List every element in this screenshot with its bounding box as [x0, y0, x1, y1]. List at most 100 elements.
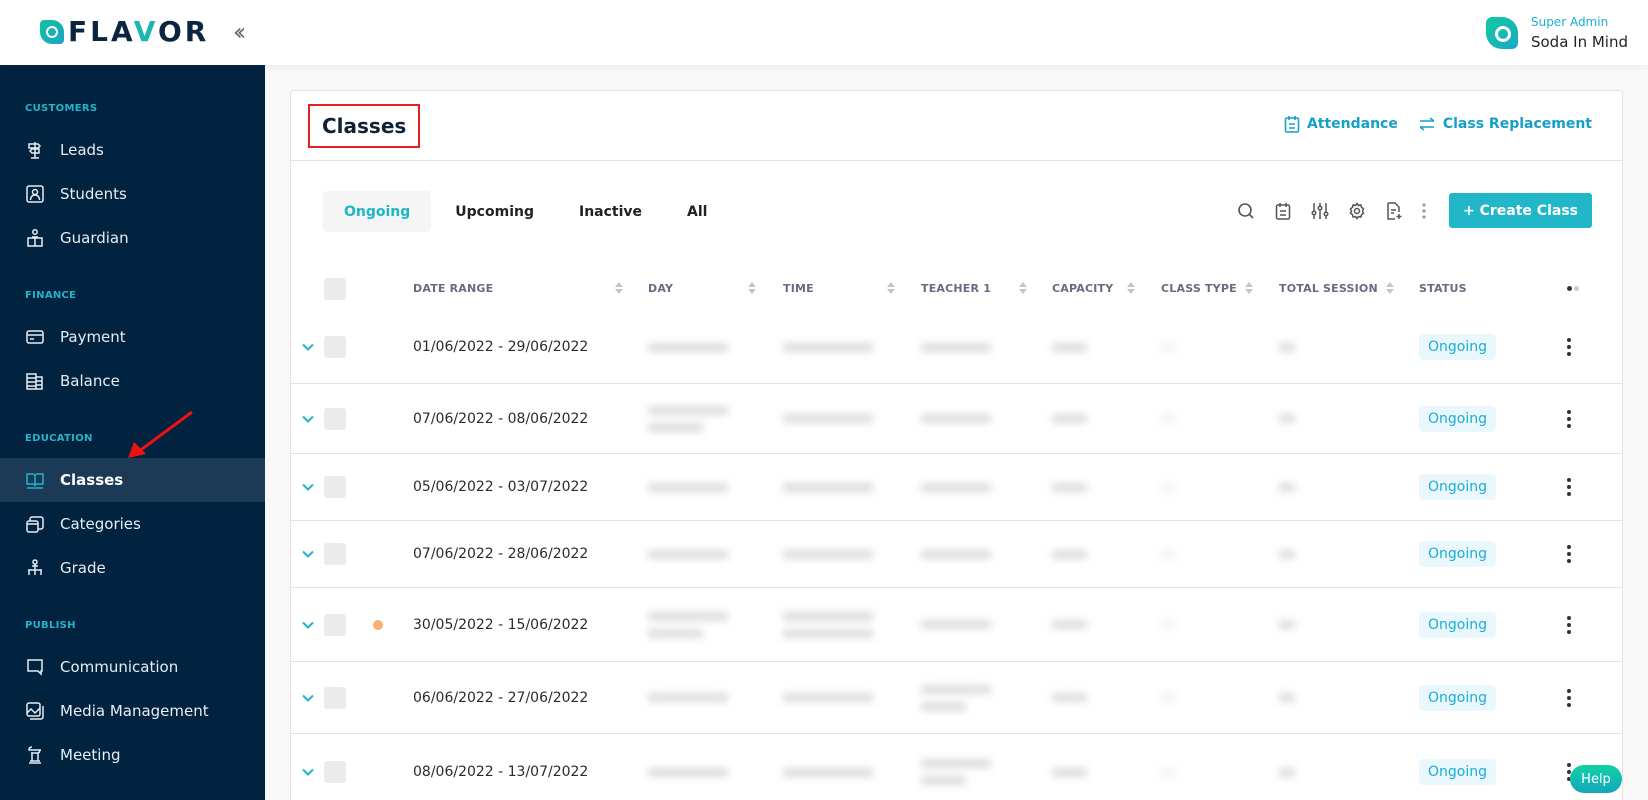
column-header-total-session[interactable]: TOTAL SESSION	[1279, 266, 1378, 311]
column-toggle-icon[interactable]	[1567, 286, 1581, 291]
sidebar-item-balance[interactable]: Balance	[0, 359, 265, 403]
expand-row-chevron-icon[interactable]	[302, 384, 316, 453]
sidebar-item-guardian[interactable]: Guardian	[0, 216, 265, 260]
row-checkbox[interactable]	[324, 543, 346, 565]
sidebar-item-meeting[interactable]: Meeting	[0, 733, 265, 777]
help-button[interactable]: Help	[1570, 765, 1622, 793]
sidebar-section-finance: FINANCE	[25, 290, 77, 301]
row-checkbox[interactable]	[324, 336, 346, 358]
column-header-class-type[interactable]: CLASS TYPE	[1161, 266, 1237, 311]
sidebar-item-payment[interactable]: Payment	[0, 315, 265, 359]
tab-upcoming[interactable]: Upcoming	[434, 191, 555, 232]
expand-row-chevron-icon[interactable]	[302, 311, 316, 383]
column-header-status: STATUS	[1419, 282, 1467, 295]
tab-ongoing[interactable]: Ongoing	[323, 191, 432, 232]
sidebar-item-label: Balance	[60, 372, 120, 390]
row-actions-icon[interactable]	[1564, 454, 1574, 520]
sort-icon[interactable]	[1018, 281, 1027, 295]
ledger-icon	[25, 371, 45, 391]
hierarchy-icon	[25, 558, 45, 578]
table-row[interactable]: 07/06/2022 - 08/06/2022 Ongoing	[291, 384, 1622, 454]
table-row[interactable]: 30/05/2022 - 15/06/2022 Ongoing	[291, 588, 1622, 662]
sidebar-item-label: Categories	[60, 515, 141, 533]
expand-row-chevron-icon[interactable]	[302, 662, 316, 733]
column-header-capacity[interactable]: CAPACITY	[1052, 266, 1113, 311]
calendar-notes-icon[interactable]	[1271, 199, 1295, 223]
clipboard-icon	[1284, 116, 1300, 133]
class-type-cell-redacted	[1161, 311, 1175, 383]
sort-icon[interactable]	[886, 281, 895, 295]
more-vertical-icon[interactable]	[1419, 199, 1429, 223]
tab-inactive[interactable]: Inactive	[558, 191, 663, 232]
row-actions-icon[interactable]	[1564, 521, 1574, 587]
day-cell-redacted	[648, 384, 728, 453]
gear-icon[interactable]	[1345, 199, 1369, 223]
row-checkbox[interactable]	[324, 761, 346, 783]
column-header-date-range[interactable]: DATE RANGE	[413, 266, 493, 311]
class-replacement-link[interactable]: Class Replacement	[1418, 116, 1592, 132]
sidebar-item-students[interactable]: Students	[0, 172, 265, 216]
row-actions-icon[interactable]	[1564, 734, 1574, 800]
create-class-button[interactable]: + Create Class	[1449, 193, 1592, 228]
flavor-logo[interactable]: FLAVOR	[40, 17, 209, 47]
export-file-icon[interactable]	[1382, 199, 1406, 223]
total-session-cell-redacted	[1279, 454, 1295, 520]
column-header-teacher-1[interactable]: TEACHER 1	[921, 266, 991, 311]
sidebar-item-leads[interactable]: Leads	[0, 128, 265, 172]
day-cell-redacted	[648, 521, 728, 587]
sidebar-section-customers: CUSTOMERS	[25, 103, 98, 114]
expand-row-chevron-icon[interactable]	[302, 521, 316, 587]
logo-text: FLAVOR	[68, 15, 210, 48]
select-all-checkbox[interactable]	[324, 277, 346, 300]
avatar	[1485, 17, 1518, 49]
class-type-cell-redacted	[1161, 384, 1175, 453]
row-actions-icon[interactable]	[1564, 384, 1574, 453]
sidebar-item-classes[interactable]: Classes	[0, 458, 265, 502]
row-checkbox[interactable]	[324, 476, 346, 498]
sidebar-item-label: Payment	[60, 328, 126, 346]
sliders-icon[interactable]	[1308, 199, 1332, 223]
sort-icon[interactable]	[747, 281, 756, 295]
search-icon[interactable]	[1234, 199, 1258, 223]
row-checkbox[interactable]	[324, 613, 346, 636]
table-row[interactable]: 05/06/2022 - 03/07/2022 Ongoing	[291, 454, 1622, 521]
expand-row-chevron-icon[interactable]	[302, 588, 316, 661]
classes-card: Classes Attendance Class Replacement Ong…	[290, 90, 1623, 800]
row-checkbox[interactable]	[324, 686, 346, 709]
user-role: Super Admin	[1530, 15, 1609, 29]
sort-icon[interactable]	[1244, 281, 1253, 295]
card-header: Classes Attendance Class Replacement	[291, 91, 1622, 161]
column-header-day[interactable]: DAY	[648, 266, 673, 311]
user-profile[interactable]: Super Admin Soda In Mind	[1485, 14, 1628, 52]
row-actions-icon[interactable]	[1564, 588, 1574, 661]
column-header-time[interactable]: TIME	[783, 266, 814, 311]
class-type-cell-redacted	[1161, 734, 1175, 800]
chat-icon	[25, 657, 45, 677]
sort-icon[interactable]	[1385, 281, 1394, 295]
class-replacement-label: Class Replacement	[1442, 116, 1592, 132]
attendance-link[interactable]: Attendance	[1284, 115, 1398, 133]
sidebar-item-grade[interactable]: Grade	[0, 546, 265, 590]
total-session-cell-redacted	[1279, 588, 1295, 661]
sidebar-item-categories[interactable]: Categories	[0, 502, 265, 546]
date-range-cell: 08/06/2022 - 13/07/2022	[413, 764, 589, 780]
table-row[interactable]: 07/06/2022 - 28/06/2022 Ongoing	[291, 521, 1622, 588]
row-actions-icon[interactable]	[1564, 662, 1574, 733]
table-row[interactable]: 06/06/2022 - 27/06/2022 Ongoing	[291, 662, 1622, 734]
teacher-cell-redacted	[921, 454, 991, 520]
sidebar-item-communication[interactable]: Communication	[0, 645, 265, 689]
class-type-cell-redacted	[1161, 662, 1175, 733]
row-checkbox[interactable]	[324, 407, 346, 430]
expand-row-chevron-icon[interactable]	[302, 734, 316, 800]
time-cell-redacted	[783, 588, 873, 661]
expand-row-chevron-icon[interactable]	[302, 454, 316, 520]
table-row[interactable]: 08/06/2022 - 13/07/2022 Ongoing	[291, 734, 1622, 800]
sort-icon[interactable]	[614, 281, 623, 295]
table-row[interactable]: 01/06/2022 - 29/06/2022 Ongoing	[291, 311, 1622, 384]
sort-icon[interactable]	[1126, 281, 1135, 295]
tab-all[interactable]: All	[666, 191, 728, 232]
row-actions-icon[interactable]	[1564, 311, 1574, 383]
double-chevron-left-icon[interactable]: ‹‹	[233, 19, 246, 45]
time-cell-redacted	[783, 454, 873, 520]
sidebar-item-media-management[interactable]: Media Management	[0, 689, 265, 733]
